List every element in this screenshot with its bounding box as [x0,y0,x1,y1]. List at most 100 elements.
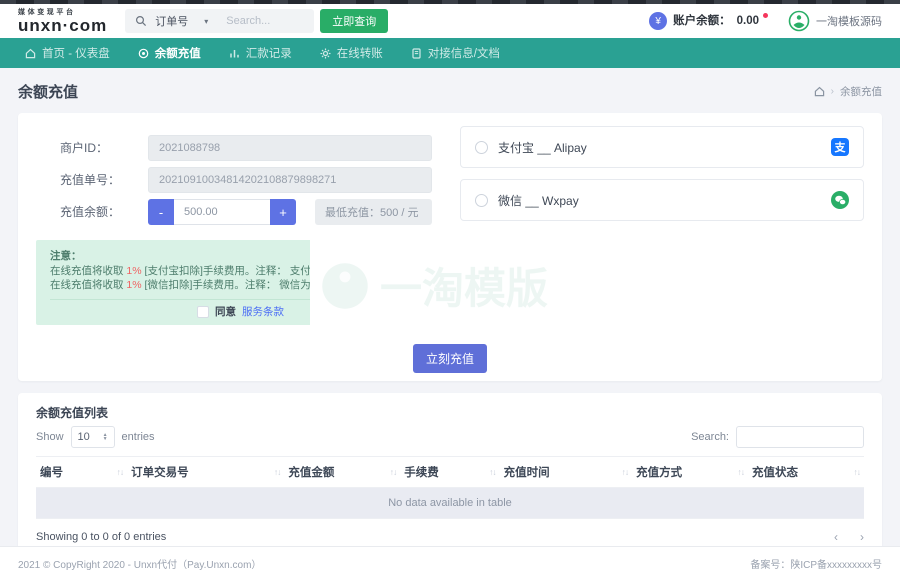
brand-tagline: 媒体变现平台 [18,9,107,16]
amount-label: 充值余额： [60,199,120,225]
sort-icon: ↑↓ [274,467,281,477]
nav-item-dashboard[interactable]: 首页 - 仪表盘 [25,45,110,61]
prev-page-button[interactable]: ‹ [834,530,838,544]
col-header-amount[interactable]: 充值金额↑↓ [284,457,400,488]
entries-label: entries [122,431,155,443]
search-icon [135,15,147,27]
search-submit-button[interactable]: 立即查询 [320,9,388,33]
col-header-order-no[interactable]: 订单交易号↑↓ [127,457,284,488]
page-footer: 2021 © CopyRight 2020 - Unxn代付（Pay.Unxn.… [0,546,900,580]
nav-label: 首页 - 仪表盘 [42,45,110,61]
watermark-backdrop [310,240,462,330]
agree-checkbox[interactable] [197,306,209,318]
partner-logo-icon [788,10,810,32]
show-entries-group: Show 10 ▲▼ entries [36,426,155,448]
breadcrumb-separator: › [831,86,834,97]
recharge-list-card: 余额充值列表 Show 10 ▲▼ entries Search: 编号↑↓ 订… [18,393,882,558]
partner-link[interactable]: 一淘模板源码 [788,10,882,32]
payment-label: 微信 __ Wxpay [498,192,579,209]
yen-icon: ¥ [649,12,667,30]
sort-icon: ↑↓ [854,467,861,477]
radio-alipay[interactable] [475,141,488,154]
icp-text: 备案号：陕ICP备xxxxxxxxx号 [750,556,882,571]
breadcrumb: › 余额充值 [814,84,882,99]
wechat-icon [831,191,849,209]
document-icon [411,48,422,59]
alipay-icon: 支 [831,138,849,156]
col-header-fee[interactable]: 手续费↑↓ [400,457,499,488]
notification-dot [763,13,768,18]
table-header-row: 编号↑↓ 订单交易号↑↓ 充值金额↑↓ 手续费↑↓ 充值时间↑↓ 充值方式↑↓ … [36,457,864,488]
sort-icon: ↑↓ [390,467,397,477]
merchant-id-field: 2021088798 [148,135,432,161]
sort-icon: ↑↓ [622,467,629,477]
partner-name: 一淘模板源码 [816,13,882,29]
col-header-id[interactable]: 编号↑↓ [36,457,127,488]
page-title: 余额充值 [18,81,78,102]
min-recharge-hint: 最低充值：500 / 元 [315,199,432,225]
sort-icon: ↑↓ [738,467,745,477]
table-title: 余额充值列表 [36,404,864,421]
nav-item-recharge[interactable]: 余额充值 [138,45,201,61]
account-balance-widget[interactable]: ¥ 账户余额： 0.00 [649,11,768,31]
target-icon [138,48,149,59]
search-type-select[interactable]: 订单号 [155,13,188,29]
merchant-id-label: 商户ID： [60,135,108,161]
radio-wechat[interactable] [475,194,488,207]
table-search-label: Search: [691,431,729,443]
fee-percent: 1% [126,265,141,277]
search-input[interactable] [226,15,304,27]
nav-item-docs[interactable]: 对接信息/文档 [411,45,500,61]
select-updown-icon: ▲▼ [103,433,108,441]
home-icon [25,48,36,59]
agree-label: 同意 [215,305,236,320]
show-label: Show [36,431,64,443]
amount-input[interactable] [174,199,270,225]
page-size-select[interactable]: 10 ▲▼ [71,426,115,448]
empty-message: No data available in table [36,488,864,519]
table-search-group: Search: [691,426,864,448]
recharge-submit-button[interactable]: 立刻充值 [413,344,487,373]
order-no-label: 充值单号： [60,167,120,193]
col-header-time[interactable]: 充值时间↑↓ [500,457,632,488]
recharge-card: 商户ID： 2021088798 充值单号： 20210910034814202… [18,113,882,381]
nav-item-transfer[interactable]: 在线转账 [320,45,383,61]
header-right: ¥ 账户余额： 0.00 一淘模板源码 [649,10,882,32]
app-header: 媒体变现平台 unxn·com 订单号 ▾ 立即查询 ¥ 账户余额： 0.00 … [0,4,900,38]
bar-chart-icon [229,48,240,59]
nav-label: 对接信息/文档 [428,45,500,61]
order-no-field: 20210910034814202108879898271 [148,167,432,193]
next-page-button[interactable]: › [860,530,864,544]
payment-label: 支付宝 __ Alipay [498,139,587,156]
brand-name: unxn·com [18,17,107,34]
nav-item-remittance[interactable]: 汇款记录 [229,45,292,61]
nav-label: 余额充值 [155,45,201,61]
brand-logo[interactable]: 媒体变现平台 unxn·com [18,9,107,34]
main-nav: 首页 - 仪表盘 余额充值 汇款记录 在线转账 对接信息/文档 [0,38,900,68]
sort-icon: ↑↓ [117,467,124,477]
entries-summary: Showing 0 to 0 of 0 entries [36,531,166,543]
pagination: ‹ › [834,530,864,544]
payment-option-alipay[interactable]: 支付宝 __ Alipay 支 [460,126,864,168]
table-controls: Show 10 ▲▼ entries Search: [36,426,864,448]
order-search-bar: 订单号 ▾ [125,9,314,33]
table-search-input[interactable] [736,426,864,448]
payment-option-wechat[interactable]: 微信 __ Wxpay [460,179,864,221]
breadcrumb-home-icon[interactable] [814,86,825,97]
nav-label: 汇款记录 [246,45,292,61]
balance-label: 账户余额： [673,11,731,31]
empty-row: No data available in table [36,488,864,519]
breadcrumb-current: 余额充值 [840,84,882,99]
page-head: 余额充值 › 余额充值 [0,68,900,113]
recharge-table: 编号↑↓ 订单交易号↑↓ 充值金额↑↓ 手续费↑↓ 充值时间↑↓ 充值方式↑↓ … [36,456,864,519]
chevron-down-icon[interactable]: ▾ [204,17,208,26]
copyright-text: 2021 © CopyRight 2020 - Unxn代付（Pay.Unxn.… [18,556,261,571]
quantity-stepper: - + [148,199,296,225]
balance-value: 0.00 [737,11,759,31]
col-header-method[interactable]: 充值方式↑↓ [632,457,748,488]
nav-label: 在线转账 [337,45,383,61]
minus-button[interactable]: - [148,199,174,225]
terms-link[interactable]: 服务条款 [242,305,284,320]
plus-button[interactable]: + [270,199,296,225]
col-header-status[interactable]: 充值状态↑↓ [748,457,864,488]
